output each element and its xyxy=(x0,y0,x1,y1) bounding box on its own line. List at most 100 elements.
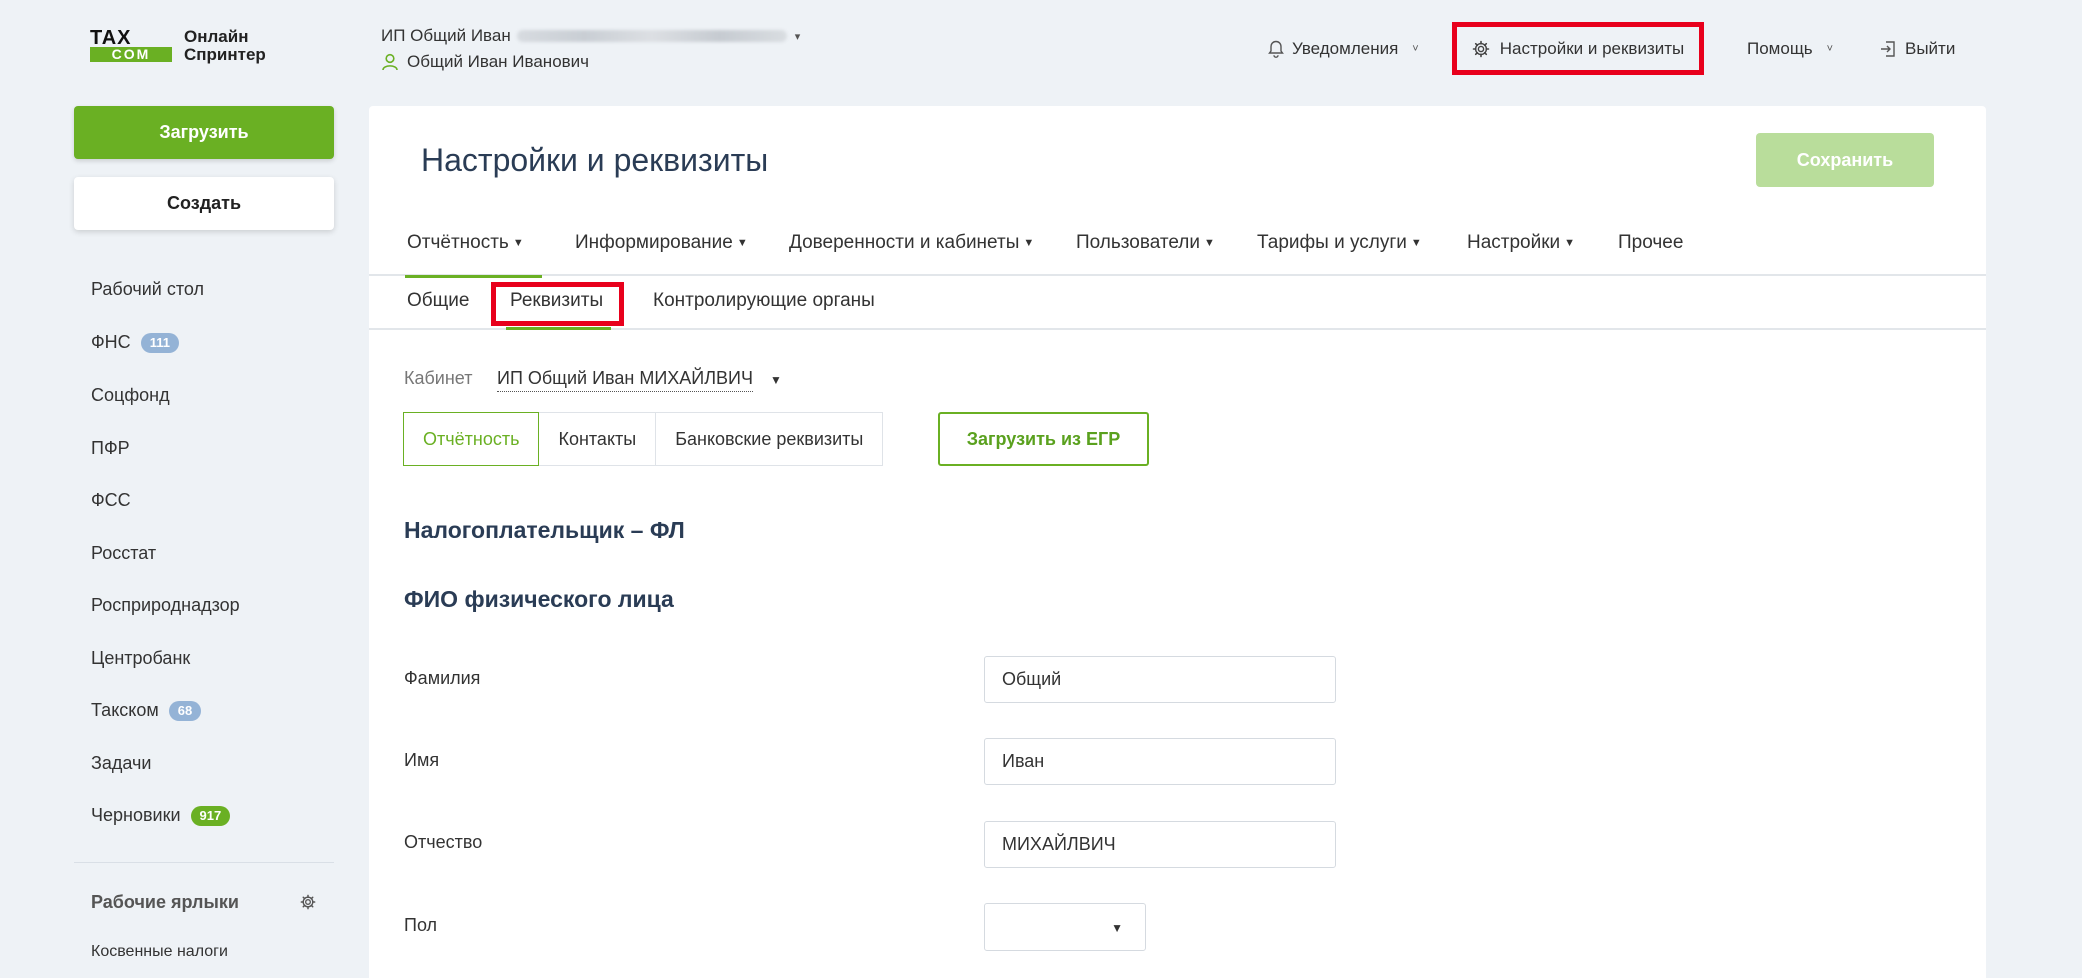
tab-users[interactable]: Пользователи ▼ xyxy=(1076,222,1215,276)
caret-down-icon: ▼ xyxy=(736,237,748,249)
org-name: ИП Общий Иван xyxy=(381,26,511,45)
sidebar-item-label: Задачи xyxy=(91,753,152,773)
sidebar-item-tasks[interactable]: Задачи xyxy=(91,753,151,774)
shortcut-item-indirect-taxes[interactable]: Косвенные налоги xyxy=(91,943,228,961)
caret-down-icon: ▼ xyxy=(1564,237,1576,249)
surname-field[interactable]: Общий xyxy=(984,656,1336,703)
tab-poa-cabinets[interactable]: Доверенности и кабинеты ▼ xyxy=(789,222,1034,276)
tab-reporting[interactable]: Отчётность ▼ xyxy=(405,222,542,278)
sidebar-item-label: Такском xyxy=(91,700,159,720)
logo-text: Онлайн Спринтер xyxy=(184,28,266,64)
subtab-general[interactable]: Общие xyxy=(407,278,469,330)
subtab-label: Общие xyxy=(407,290,470,311)
logo-line1: Онлайн xyxy=(184,27,249,46)
segment-bank-details[interactable]: Банковские реквизиты xyxy=(655,412,884,466)
cabinet-selector[interactable]: ИП Общий Иван МИХАЙЛВИЧ xyxy=(497,368,753,392)
subtab-regulators[interactable]: Контролирующие органы xyxy=(653,278,875,330)
chevron-down-icon: ˅ xyxy=(1412,43,1419,55)
tab-informing[interactable]: Информирование ▼ xyxy=(575,222,748,276)
segment-reporting[interactable]: Отчётность xyxy=(403,412,540,466)
count-badge: 917 xyxy=(190,805,231,826)
gear-icon xyxy=(1472,40,1490,57)
sidebar-item-pfr[interactable]: ПФР xyxy=(91,438,130,459)
sidebar-item-fss[interactable]: ФСС xyxy=(91,490,131,511)
settings-panel: Настройки и реквизиты Сохранить Отчётнос… xyxy=(369,106,1986,978)
sidebar-item-label: Росприроднадзор xyxy=(91,595,240,615)
notifications-label: Уведомления xyxy=(1292,39,1399,58)
sidebar-item-label: Соцфонд xyxy=(91,385,170,405)
logo-top-text: TAX xyxy=(90,27,132,49)
sidebar-item-fns[interactable]: ФНС 111 xyxy=(91,332,179,353)
patronymic-field[interactable]: МИХАЙЛВИЧ xyxy=(984,821,1336,868)
sidebar-item-socfund[interactable]: Соцфонд xyxy=(91,385,170,406)
logout-icon xyxy=(1881,41,1895,57)
tab-other[interactable]: Прочее xyxy=(1618,222,1683,276)
name-field[interactable]: Иван xyxy=(984,738,1336,785)
tab-label: Тарифы и услуги xyxy=(1257,232,1407,253)
bell-icon xyxy=(1268,40,1284,58)
sidebar-item-desktop[interactable]: Рабочий стол xyxy=(91,279,204,300)
tab-tariffs[interactable]: Тарифы и услуги ▼ xyxy=(1257,222,1422,276)
shortcuts-title: Рабочие ярлыки xyxy=(91,892,239,912)
redacted-inn xyxy=(516,30,787,42)
chevron-down-icon: ▾ xyxy=(794,30,801,43)
section-fio-heading: ФИО физического лица xyxy=(404,586,674,612)
sub-tabs: Общие Реквизиты Контролирующие органы xyxy=(369,278,1986,330)
logo-bottom-text: COM xyxy=(90,47,172,62)
subtab-requisites[interactable]: Реквизиты xyxy=(510,278,603,330)
cabinet-label: Кабинет xyxy=(404,368,473,388)
main-tabs: Отчётность ▼ Информирование ▼ Доверенности… xyxy=(369,222,1986,278)
settings-link[interactable]: Настройки и реквизиты xyxy=(1452,22,1704,75)
caret-down-icon: ▼ xyxy=(512,237,524,249)
sidebar-item-label: Росстат xyxy=(91,543,157,563)
segment-contacts[interactable]: Контакты xyxy=(538,412,657,466)
page-title: Настройки и реквизиты xyxy=(421,142,769,178)
tab-settings[interactable]: Настройки ▼ xyxy=(1467,222,1575,276)
sidebar-item-taxcom[interactable]: Такском 68 xyxy=(91,700,202,721)
save-button[interactable]: Сохранить xyxy=(1756,133,1934,187)
chevron-down-icon: ˅ xyxy=(1826,43,1834,55)
user-icon xyxy=(382,53,398,71)
org-switcher[interactable]: ИП Общий Иван ▾ Общий Иван Иванович xyxy=(381,26,800,72)
section-taxpayer-heading: Налогоплательщик – ФЛ xyxy=(404,517,685,543)
patronymic-label: Отчество xyxy=(404,832,483,852)
sidebar-item-rosprirodnadzor[interactable]: Росприроднадзор xyxy=(91,595,240,616)
logout-link[interactable]: Выйти xyxy=(1879,0,1955,98)
help-label: Помощь xyxy=(1747,39,1813,58)
caret-down-icon: ▼ xyxy=(1410,237,1422,249)
count-badge: 111 xyxy=(140,332,179,353)
tab-label: Прочее xyxy=(1618,232,1684,253)
caret-down-icon: ▼ xyxy=(1023,237,1035,249)
subtab-label: Контролирующие органы xyxy=(653,290,875,311)
settings-label: Настройки и реквизиты xyxy=(1499,38,1685,58)
tab-label: Пользователи xyxy=(1076,232,1201,253)
sidebar-divider xyxy=(74,862,334,863)
app-logo[interactable]: TAX COM Онлайн Спринтер xyxy=(90,28,266,64)
caret-down-icon[interactable]: ▼ xyxy=(770,373,782,387)
logout-label: Выйти xyxy=(1905,39,1956,58)
tab-label: Настройки xyxy=(1467,232,1561,253)
subtab-active-underline xyxy=(506,327,611,330)
caret-down-icon: ▼ xyxy=(1204,237,1215,249)
sidebar-item-label: ФСС xyxy=(91,490,131,510)
caret-down-icon: ▼ xyxy=(1111,921,1123,935)
help-menu[interactable]: Помощь ˅ xyxy=(1747,0,1833,98)
logo-line2: Спринтер xyxy=(184,45,266,64)
tab-label: Отчётность xyxy=(407,232,509,253)
load-from-egr-button[interactable]: Загрузить из ЕГР xyxy=(938,412,1149,466)
tab-label: Информирование xyxy=(575,232,733,253)
sidebar-item-drafts[interactable]: Черновики 917 xyxy=(91,805,231,826)
name-label: Имя xyxy=(404,750,440,770)
sidebar-item-label: ФНС xyxy=(91,332,131,352)
sidebar-item-label: Рабочий стол xyxy=(91,279,204,299)
notifications-menu[interactable]: Уведомления ˅ xyxy=(1268,0,1419,98)
requisites-segment-control: Отчётность Контакты Банковские реквизиты xyxy=(403,412,884,466)
upload-button[interactable]: Загрузить xyxy=(74,106,334,159)
shortcuts-settings-gear-icon[interactable] xyxy=(300,894,316,915)
taxcom-logo-icon: TAX COM xyxy=(90,27,172,63)
create-button[interactable]: Создать xyxy=(74,177,334,230)
gender-select[interactable]: ▼ xyxy=(984,903,1146,951)
count-badge: 68 xyxy=(168,700,202,721)
sidebar-item-rosstat[interactable]: Росстат xyxy=(91,543,156,564)
sidebar-item-centrobank[interactable]: Центробанк xyxy=(91,648,190,669)
